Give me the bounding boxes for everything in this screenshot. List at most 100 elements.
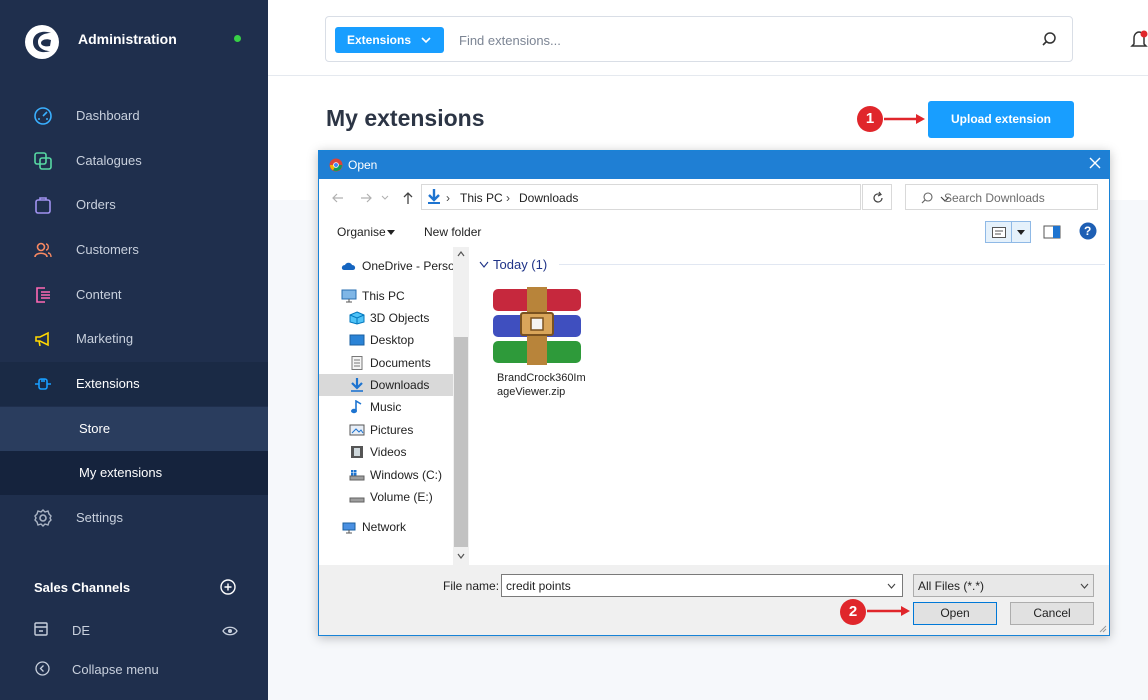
file-name-value: credit points bbox=[506, 579, 571, 593]
file-item-zip[interactable]: BrandCrock360ImageViewer.zip bbox=[487, 283, 587, 403]
step-2-arrow bbox=[867, 606, 910, 616]
tree-item-onedrive[interactable]: OneDrive - Persor bbox=[319, 255, 454, 277]
search-input[interactable]: Find extensions... bbox=[459, 33, 561, 48]
tree-item-3d-objects[interactable]: 3D Objects bbox=[319, 307, 454, 329]
nav-subitem-store[interactable]: Store bbox=[0, 407, 268, 451]
music-icon bbox=[351, 400, 362, 414]
tree-label: Videos bbox=[370, 445, 407, 459]
new-folder-button[interactable]: New folder bbox=[424, 225, 481, 239]
tree-label: Downloads bbox=[370, 378, 430, 392]
preview-pane-icon[interactable] bbox=[1043, 224, 1061, 240]
up-arrow-icon[interactable] bbox=[401, 191, 415, 205]
nav-item-catalogues[interactable]: Catalogues bbox=[0, 139, 268, 183]
close-icon[interactable] bbox=[1088, 156, 1102, 170]
resize-grip-icon[interactable] bbox=[1097, 623, 1107, 633]
tree-label: Music bbox=[370, 400, 402, 414]
open-button[interactable]: Open bbox=[913, 602, 997, 625]
shopware-logo[interactable] bbox=[24, 24, 60, 60]
nav-item-settings[interactable]: Settings bbox=[0, 496, 268, 540]
file-type-select[interactable]: All Files (*.*) bbox=[913, 574, 1094, 597]
organise-menu[interactable]: Organise bbox=[337, 225, 386, 239]
upload-extension-button[interactable]: Upload extension bbox=[928, 101, 1074, 138]
content-icon bbox=[36, 287, 50, 303]
winrar-archive-icon bbox=[493, 287, 581, 365]
refresh-button[interactable] bbox=[862, 184, 892, 210]
add-sales-channel-icon[interactable] bbox=[220, 579, 236, 595]
back-arrow-icon[interactable] bbox=[331, 191, 345, 205]
collapse-menu-button[interactable]: Collapse menu bbox=[0, 655, 268, 685]
notification-bell-icon[interactable] bbox=[1130, 30, 1148, 50]
breadcrumb-downloads[interactable]: Downloads bbox=[519, 191, 578, 205]
search-icon[interactable] bbox=[1041, 31, 1057, 47]
tree-label: Desktop bbox=[370, 333, 415, 347]
tree-item-windows-c[interactable]: Windows (C:) bbox=[319, 464, 454, 486]
tree-item-documents[interactable]: Documents bbox=[319, 352, 454, 374]
help-button[interactable]: ? bbox=[1079, 222, 1097, 240]
tree-item-volume-e[interactable]: Volume (E:) bbox=[319, 486, 454, 508]
nav-item-orders[interactable]: Orders bbox=[0, 183, 268, 227]
nav-item-dashboard[interactable]: Dashboard bbox=[0, 94, 268, 138]
tree-label: 3D Objects bbox=[370, 311, 430, 325]
scrollbar-thumb[interactable] bbox=[454, 337, 468, 547]
gear-icon bbox=[34, 509, 52, 527]
tree-item-this-pc[interactable]: This PC bbox=[319, 285, 454, 307]
nav-item-customers[interactable]: Customers bbox=[0, 228, 268, 272]
app-window: Administration Dashboard Catalogues Orde… bbox=[0, 0, 1148, 700]
chevron-down-icon[interactable] bbox=[887, 582, 896, 590]
breadcrumb-this-pc[interactable]: This PC bbox=[460, 191, 503, 205]
network-icon bbox=[342, 522, 356, 534]
tree-item-music[interactable]: Music bbox=[319, 396, 454, 418]
nav-label: Customers bbox=[76, 242, 139, 257]
nav-item-marketing[interactable]: Marketing bbox=[0, 317, 268, 361]
videos-icon bbox=[351, 446, 363, 458]
scroll-down-icon[interactable] bbox=[457, 553, 465, 559]
chevron-down-icon[interactable] bbox=[479, 261, 489, 269]
tree-label: OneDrive - Persor bbox=[362, 259, 454, 273]
dialog-title-bar[interactable]: Open bbox=[319, 151, 1109, 179]
tree-item-pictures[interactable]: Pictures bbox=[319, 419, 454, 441]
change-view-button[interactable] bbox=[985, 221, 1031, 243]
forward-arrow-icon[interactable] bbox=[359, 191, 373, 205]
pictures-icon bbox=[349, 424, 365, 436]
sidebar-title: Administration bbox=[78, 31, 177, 47]
file-name-input[interactable]: credit points bbox=[501, 574, 903, 597]
nav-label: Extensions bbox=[76, 376, 140, 391]
windows-drive-icon bbox=[349, 470, 365, 481]
tree-item-downloads[interactable]: Downloads bbox=[319, 374, 454, 396]
caret-down-icon bbox=[387, 230, 395, 235]
sidebar-header: Administration bbox=[0, 0, 268, 76]
page-title: My extensions bbox=[326, 105, 485, 131]
cancel-button[interactable]: Cancel bbox=[1010, 602, 1094, 625]
search-scope-dropdown[interactable]: Extensions bbox=[335, 27, 444, 53]
nav-item-content[interactable]: Content bbox=[0, 273, 268, 317]
search-downloads-input[interactable]: Search Downloads bbox=[905, 184, 1098, 210]
address-bar[interactable]: › This PC › Downloads bbox=[421, 184, 950, 210]
tree-item-videos[interactable]: Videos bbox=[319, 441, 454, 463]
file-name: BrandCrock360ImageViewer.zip bbox=[497, 372, 586, 398]
orders-icon bbox=[35, 197, 51, 214]
tree-item-network[interactable]: Network bbox=[319, 516, 454, 538]
nav-label: Catalogues bbox=[76, 153, 142, 168]
nav-subitem-my-extensions[interactable]: My extensions bbox=[0, 451, 268, 495]
breadcrumb-separator: › bbox=[506, 191, 510, 205]
file-type-value: All Files (*.*) bbox=[918, 579, 985, 593]
group-header-today[interactable]: Today (1) bbox=[493, 257, 547, 272]
dialog-footer: File name: credit points All Files (*.*)… bbox=[319, 565, 1109, 635]
group-divider bbox=[559, 264, 1105, 265]
sales-channel-item-de[interactable]: DE bbox=[0, 616, 268, 646]
step-1-badge: 1 bbox=[857, 106, 883, 132]
recent-dropdown-icon[interactable] bbox=[381, 193, 389, 201]
nav-item-extensions[interactable]: Extensions bbox=[0, 362, 268, 406]
refresh-icon bbox=[873, 191, 883, 203]
navigation-pane: OneDrive - Persor This PC 3D Objects Des… bbox=[319, 247, 469, 565]
desktop-icon bbox=[349, 334, 365, 346]
navigation-scrollbar[interactable] bbox=[453, 247, 469, 565]
eye-icon[interactable] bbox=[222, 625, 238, 637]
tree-label: Pictures bbox=[370, 423, 414, 437]
nav-label: Marketing bbox=[76, 331, 134, 346]
address-row: › This PC › Downloads Search Downloads bbox=[319, 179, 1109, 217]
customers-icon bbox=[34, 242, 52, 258]
nav-label: Settings bbox=[76, 510, 123, 525]
tree-item-desktop[interactable]: Desktop bbox=[319, 329, 454, 351]
scroll-up-icon[interactable] bbox=[457, 251, 465, 257]
